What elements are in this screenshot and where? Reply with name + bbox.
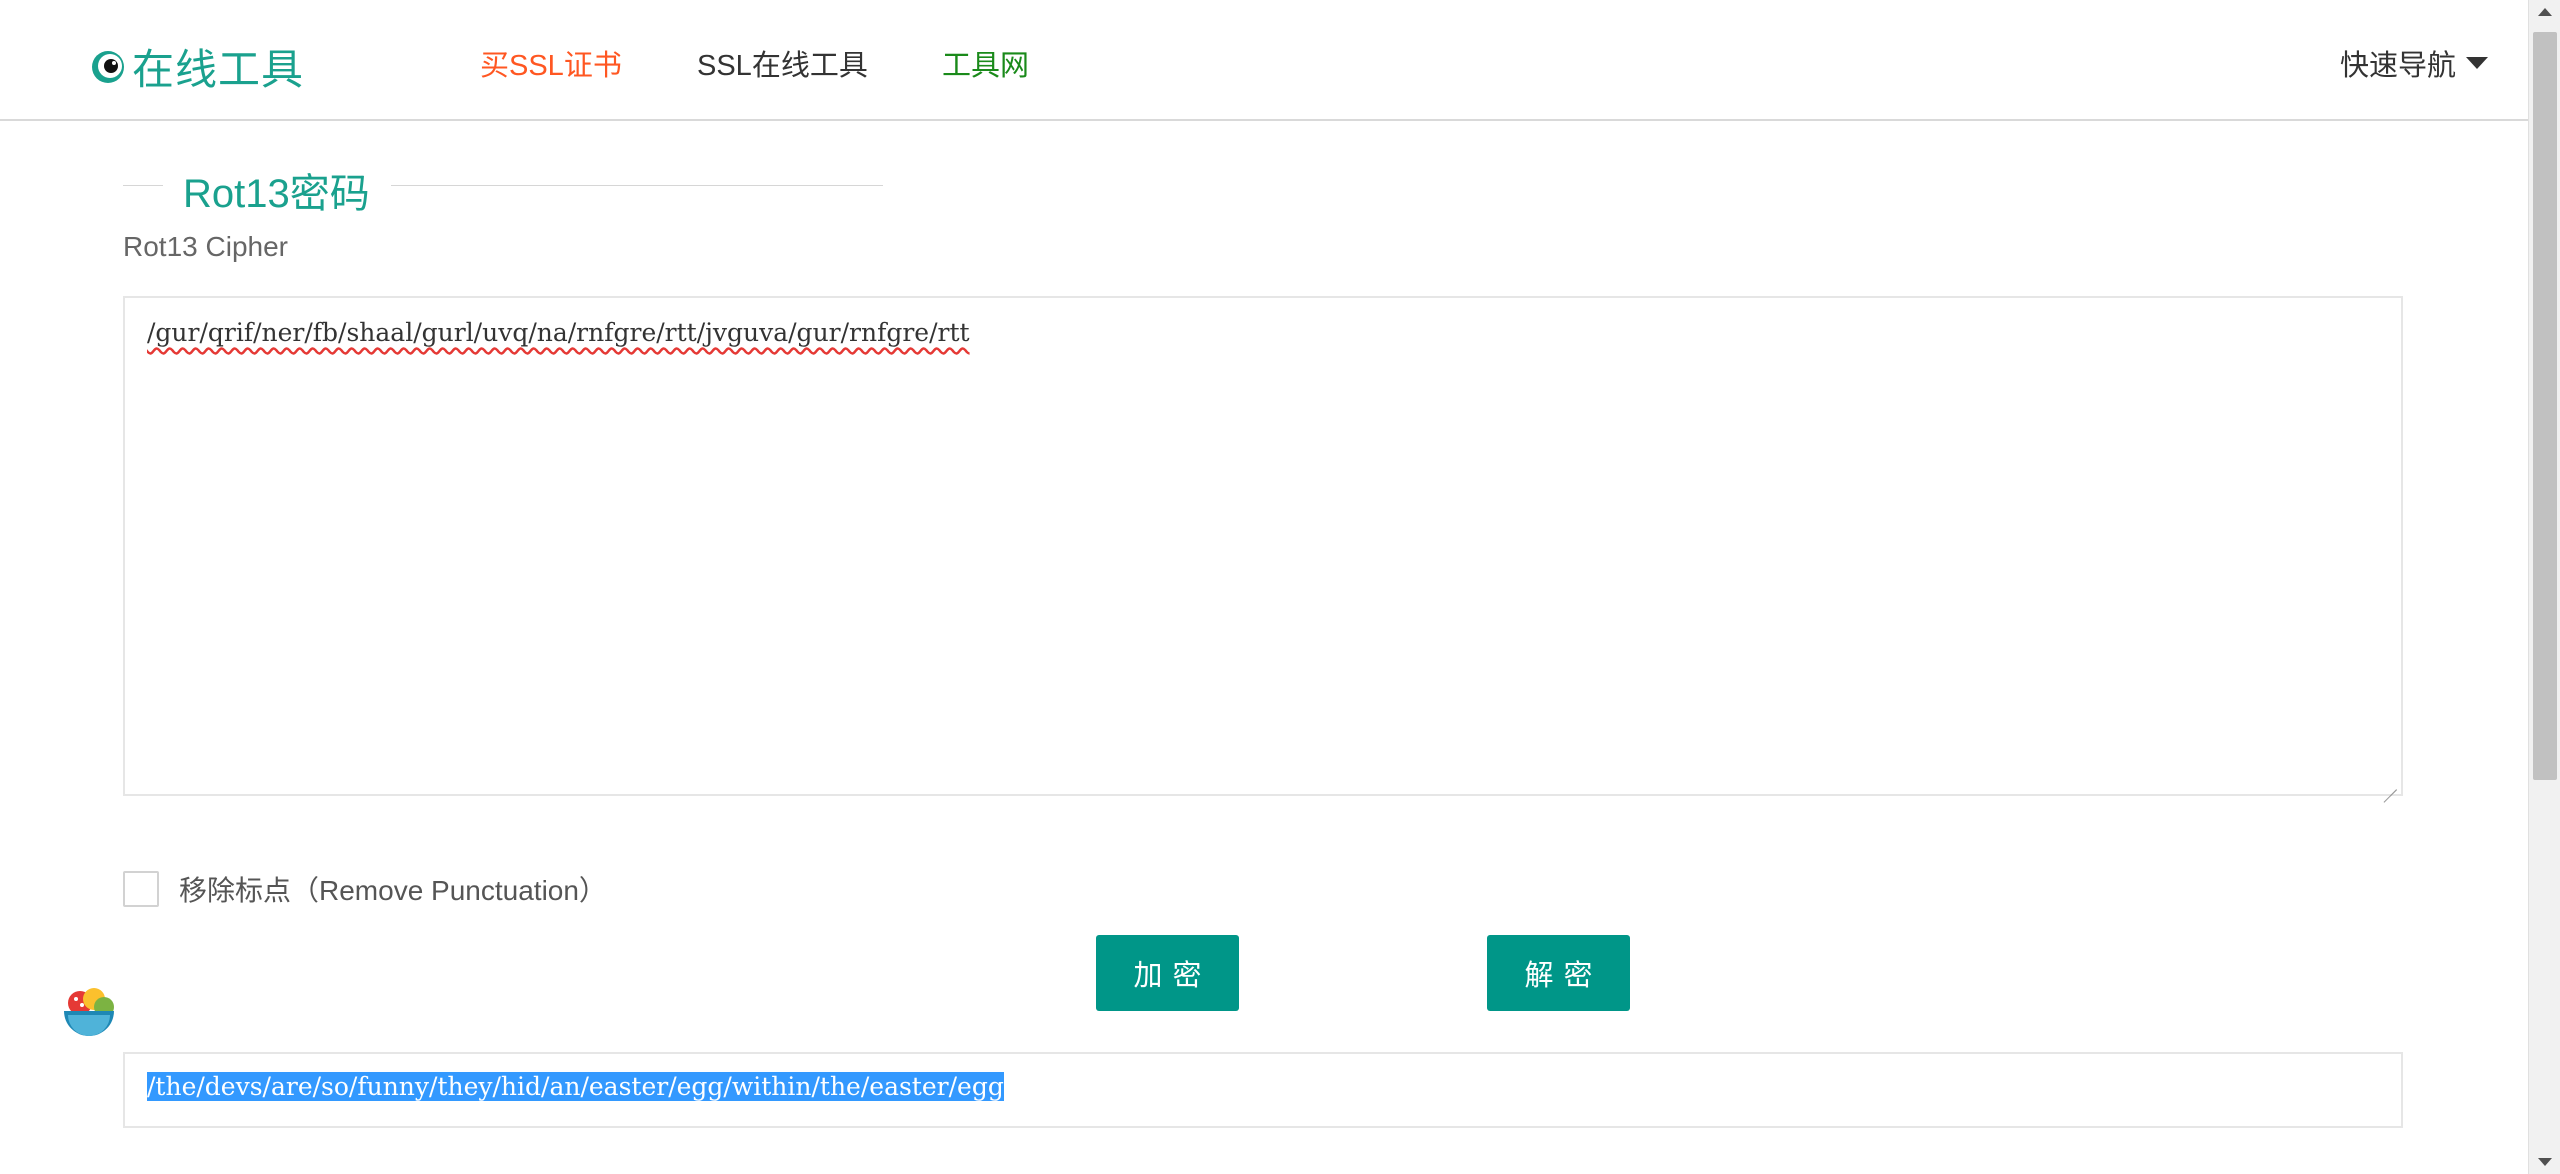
remove-punctuation-option[interactable]: 移除标点（Remove Punctuation）	[123, 869, 607, 909]
page-title: Rot13密码	[183, 172, 370, 216]
quick-nav-label: 快速导航	[2339, 50, 2456, 82]
title-divider-right	[391, 185, 883, 186]
scroll-down-arrow-icon[interactable]	[2538, 1158, 2552, 1166]
resize-handle[interactable]	[2383, 776, 2397, 790]
site-header: 在线工具 买SSL证书 SSL在线工具 工具网 快速导航	[0, 0, 2528, 121]
decrypt-button[interactable]: 解密	[1487, 935, 1630, 1011]
title-divider-left	[123, 185, 163, 186]
cipher-input-textarea[interactable]: /gur/qrif/ner/fb/shaal/gurl/uvq/na/rnfgr…	[123, 296, 2403, 796]
nav-buy-ssl-link[interactable]: 买SSL证书	[480, 42, 622, 84]
scroll-up-arrow-icon[interactable]	[2538, 8, 2552, 16]
mascot-bowl-icon[interactable]	[60, 985, 118, 1043]
site-logo[interactable]: 在线工具	[90, 36, 304, 97]
scroll-thumb[interactable]	[2533, 32, 2557, 780]
encrypt-button[interactable]: 加密	[1096, 935, 1239, 1011]
caret-down-icon	[2466, 57, 2488, 69]
remove-punctuation-checkbox[interactable]	[123, 871, 159, 907]
input-text: /gur/qrif/ner/fb/shaal/gurl/uvq/na/rnfgr…	[147, 318, 970, 347]
cipher-output-field[interactable]: /the/devs/are/so/funny/they/hid/an/easte…	[123, 1052, 2403, 1128]
logo-text: 在线工具	[132, 46, 305, 93]
vertical-scrollbar[interactable]	[2528, 0, 2560, 1174]
nav-tools-net-link[interactable]: 工具网	[942, 42, 1029, 84]
remove-punctuation-label: 移除标点（Remove Punctuation）	[179, 875, 607, 906]
page-subtitle: Rot13 Cipher	[123, 231, 288, 262]
eye-logo-icon	[90, 49, 126, 85]
quick-nav-dropdown[interactable]: 快速导航	[2340, 42, 2488, 84]
nav-ssl-tools-link[interactable]: SSL在线工具	[697, 42, 868, 84]
output-text: /the/devs/are/so/funny/they/hid/an/easte…	[147, 1072, 1004, 1101]
